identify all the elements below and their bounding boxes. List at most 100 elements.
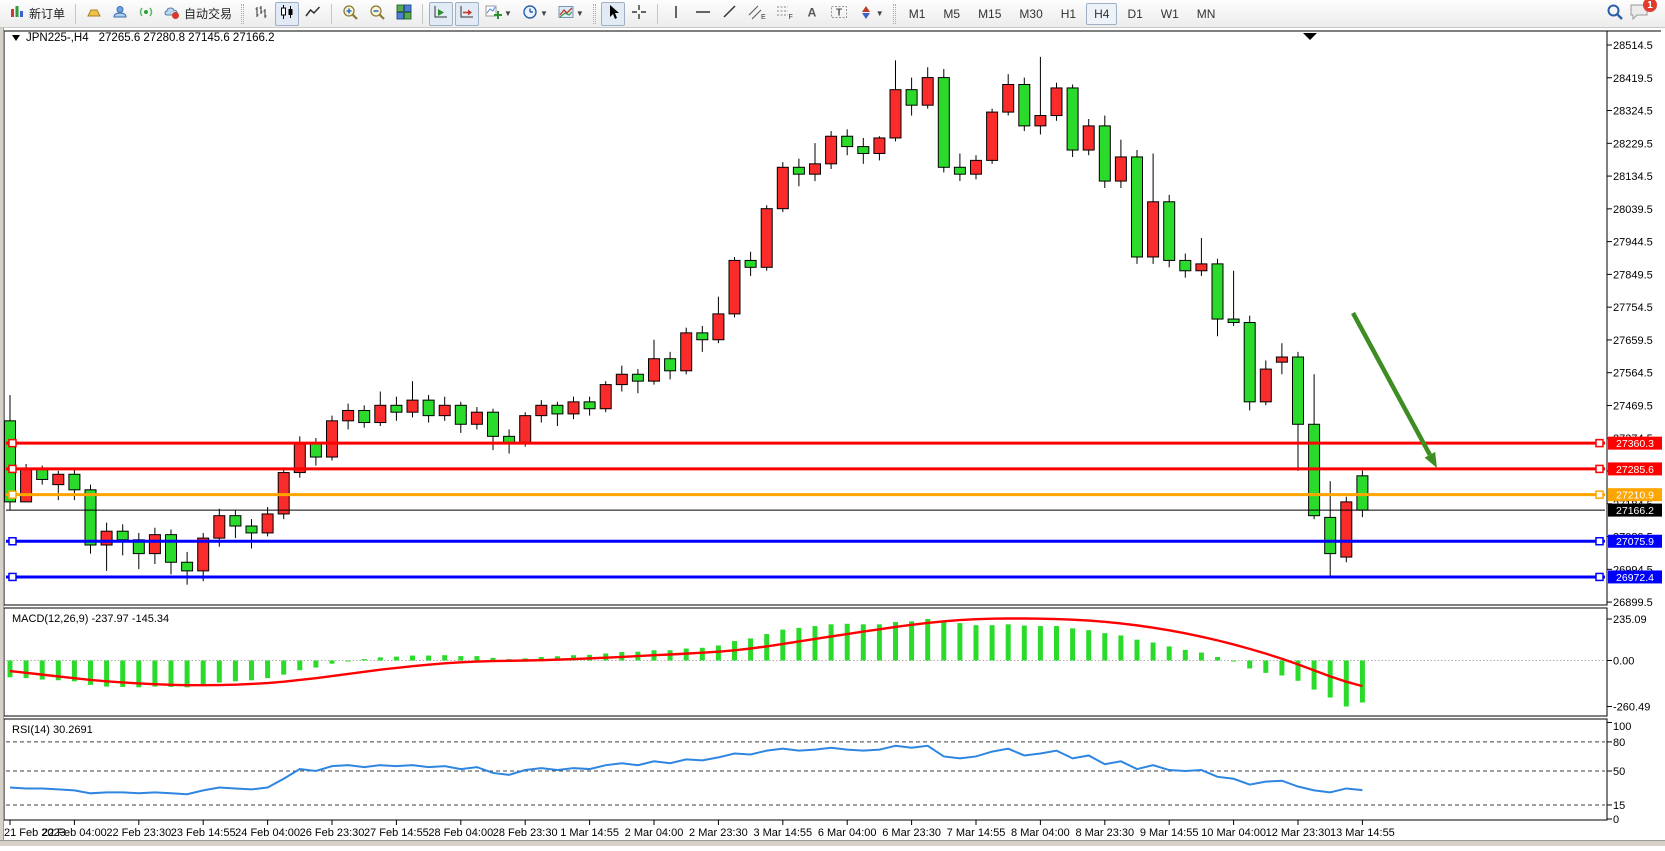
- candle-body: [53, 474, 64, 484]
- price-tag-label: 27075.9: [1616, 536, 1654, 548]
- candle-body: [101, 531, 112, 545]
- candle-body: [713, 314, 724, 340]
- candle-body: [1019, 84, 1030, 125]
- zoom-in-button[interactable]: [338, 2, 363, 26]
- price-tag-label: 27210.9: [1616, 490, 1654, 502]
- macd-histogram-bar: [8, 661, 13, 678]
- macd-histogram-bar: [700, 648, 705, 661]
- timeframe-w1[interactable]: W1: [1153, 3, 1187, 25]
- time-axis[interactable]: 21 Feb 202322 Feb 04:0022 Feb 23:3023 Fe…: [4, 820, 1395, 839]
- search-button[interactable]: [1602, 2, 1628, 26]
- candle-body: [1357, 476, 1368, 510]
- zoom-out-button[interactable]: [365, 2, 390, 26]
- bar-chart-button[interactable]: [249, 2, 273, 26]
- autotrade-label: 自动交易: [184, 5, 232, 22]
- macd-indicator-label: MACD(12,26,9) -237.97 -145.34: [12, 613, 169, 625]
- price-axis-label: 28229.5: [1613, 138, 1653, 150]
- tile-windows-button[interactable]: [392, 2, 416, 26]
- candle-body: [1083, 126, 1094, 150]
- candle-body: [5, 421, 16, 502]
- time-axis-label: 1 Mar 14:55: [560, 827, 619, 839]
- periods-button[interactable]: ▼: [518, 2, 552, 26]
- text-button[interactable]: A: [800, 2, 824, 26]
- rsi-axis-label: 0: [1613, 814, 1619, 826]
- autotrade-button[interactable]: 自动交易: [160, 2, 236, 26]
- vertical-line-button[interactable]: [664, 2, 688, 26]
- line-chart-button[interactable]: [301, 2, 325, 26]
- templates-button[interactable]: ▼: [554, 2, 588, 26]
- candle-body: [423, 400, 434, 416]
- time-axis-label: 9 Mar 14:55: [1140, 827, 1199, 839]
- candle-body: [1067, 88, 1078, 150]
- toolbar-separator: [331, 4, 332, 24]
- candle-body: [600, 385, 611, 409]
- candle-body: [987, 112, 998, 160]
- trendline-button[interactable]: [718, 2, 742, 26]
- zoom-in-icon: [342, 4, 359, 24]
- macd-axis[interactable]: 235.090.00-260.49: [1607, 614, 1650, 713]
- community-button[interactable]: [108, 2, 132, 26]
- price-axis-label: 27754.5: [1613, 302, 1653, 314]
- macd-histogram-bar: [152, 661, 157, 687]
- equidistant-channel-button[interactable]: E: [744, 2, 770, 26]
- chart-shift-button[interactable]: [455, 2, 479, 26]
- candle-body: [1164, 202, 1175, 261]
- time-axis-label: 3 Mar 14:55: [753, 827, 812, 839]
- price-axis-label: 27944.5: [1613, 237, 1653, 249]
- horizontal-line-button[interactable]: [690, 2, 716, 26]
- timeframe-mn[interactable]: MN: [1189, 3, 1224, 25]
- candle-body: [761, 209, 772, 268]
- price-axis-label: 26899.5: [1613, 597, 1653, 609]
- macd-histogram-bar: [1263, 661, 1268, 673]
- candle-body: [938, 78, 949, 168]
- crosshair-button[interactable]: [627, 2, 651, 26]
- indicators-button[interactable]: ▼: [481, 2, 516, 26]
- timeframe-m30[interactable]: M30: [1011, 3, 1050, 25]
- candle-body: [745, 260, 756, 267]
- arrows-button[interactable]: ▼: [854, 2, 888, 26]
- candle-body: [922, 78, 933, 106]
- cursor-button[interactable]: [601, 2, 625, 26]
- candle-body: [697, 333, 708, 340]
- clock-icon: [522, 4, 538, 23]
- chart-canvas[interactable]: 28514.528419.528324.528229.528134.528039…: [0, 28, 1665, 846]
- macd-histogram-bar: [40, 661, 45, 680]
- timeframe-h4[interactable]: H4: [1086, 3, 1117, 25]
- toolbar-grip: [593, 4, 596, 24]
- macd-axis-label: 0.00: [1613, 656, 1634, 668]
- fibonacci-button[interactable]: F: [772, 2, 798, 26]
- macd-histogram-bar: [925, 619, 930, 660]
- macd-histogram-bar: [1215, 657, 1220, 661]
- timeframe-m5[interactable]: M5: [935, 3, 968, 25]
- gold-ingot-button[interactable]: [82, 2, 106, 26]
- macd-histogram-bar: [378, 657, 383, 660]
- tile-windows-icon: [396, 4, 412, 23]
- candlestick-chart-button[interactable]: [275, 2, 299, 26]
- price-axis-label: 27564.5: [1613, 368, 1653, 380]
- macd-histogram-bar: [1360, 661, 1365, 703]
- timeframe-m15[interactable]: M15: [970, 3, 1009, 25]
- timeframe-d1[interactable]: D1: [1119, 3, 1150, 25]
- time-axis-label: 8 Mar 04:00: [1011, 827, 1070, 839]
- price-axis[interactable]: 28514.528419.528324.528229.528134.528039…: [1607, 40, 1653, 609]
- timeframe-h1[interactable]: H1: [1053, 3, 1084, 25]
- macd-histogram-bar: [1151, 642, 1156, 660]
- candle-body: [1196, 264, 1207, 271]
- broadcast-button[interactable]: [134, 2, 158, 26]
- time-axis-label: 8 Mar 23:30: [1075, 827, 1134, 839]
- new-order-button[interactable]: 新订单: [5, 2, 69, 26]
- text-icon: A: [805, 4, 819, 23]
- chevron-down-icon: ▼: [504, 9, 512, 18]
- rsi-axis[interactable]: 1008050150: [1607, 721, 1631, 826]
- text-label-button[interactable]: T: [826, 2, 852, 26]
- timeframe-m1[interactable]: M1: [901, 3, 934, 25]
- candle-body: [117, 531, 128, 540]
- chat-button[interactable]: 1: [1629, 2, 1651, 25]
- candle-body: [246, 526, 257, 533]
- vertical-line-icon: [669, 4, 683, 23]
- candle-body: [1003, 84, 1014, 112]
- auto-scroll-button[interactable]: [429, 2, 453, 26]
- candle-body: [552, 405, 563, 414]
- time-axis-label: 23 Feb 14:55: [171, 827, 236, 839]
- macd-histogram-bar: [909, 621, 914, 660]
